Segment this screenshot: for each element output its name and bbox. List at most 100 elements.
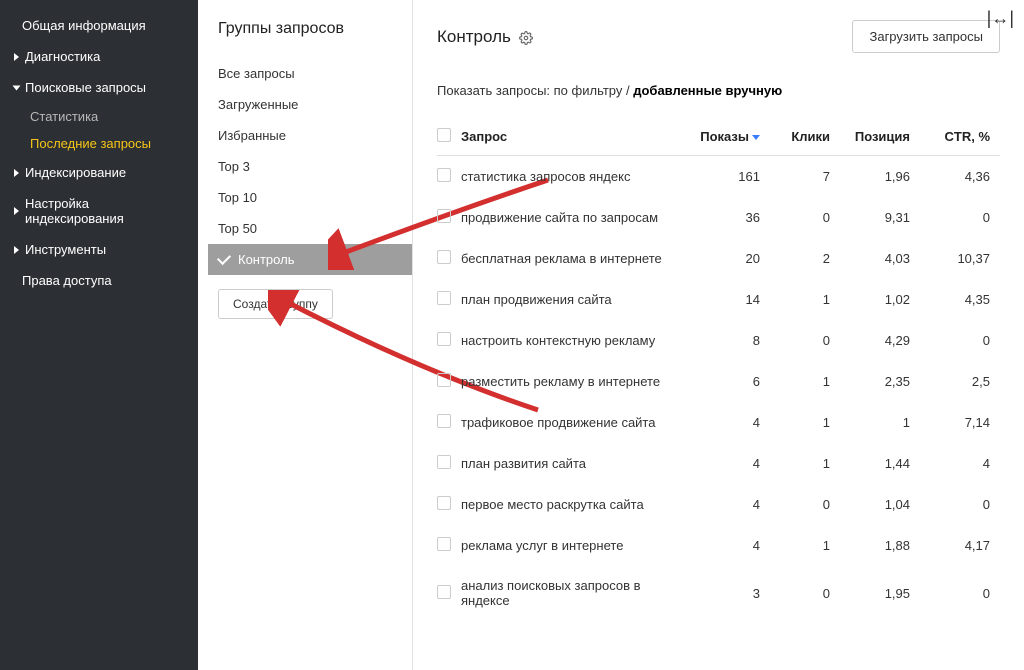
cell-query: первое место раскрутка сайта [461,497,690,512]
col-shows[interactable]: Показы [690,129,770,144]
cell-shows: 4 [690,538,770,553]
cell-query: настроить контекстную рекламу [461,333,690,348]
cell-clicks: 0 [770,333,840,348]
caret-icon [14,207,19,215]
main-content: |↔| Контроль Загрузить запросы Показать … [413,0,1024,670]
cell-clicks: 1 [770,456,840,471]
nav-access-rights[interactable]: Права доступа [0,265,198,296]
nav-general-info[interactable]: Общая информация [0,10,198,41]
caret-icon [14,246,19,254]
cell-ctr: 2,5 [920,374,1000,389]
row-checkbox[interactable] [437,537,451,551]
caret-icon [14,169,19,177]
groups-panel: Группы запросов Все запросы Загруженные … [198,0,413,670]
caret-icon [14,53,19,61]
cell-ctr: 0 [920,333,1000,348]
cell-clicks: 0 [770,586,840,601]
row-checkbox[interactable] [437,585,451,599]
cell-position: 4,03 [840,251,920,266]
table-row: план развития сайта411,444 [437,443,1000,484]
expand-icon[interactable]: |↔| [987,8,1014,29]
cell-clicks: 1 [770,292,840,307]
cell-position: 1,44 [840,456,920,471]
cell-ctr: 4 [920,456,1000,471]
cell-ctr: 0 [920,497,1000,512]
cell-shows: 8 [690,333,770,348]
cell-ctr: 10,37 [920,251,1000,266]
create-group-button[interactable]: Создать группу [218,289,333,319]
cell-shows: 6 [690,374,770,389]
cell-query: статистика запросов яндекс [461,169,690,184]
row-checkbox[interactable] [437,455,451,469]
cell-position: 9,31 [840,210,920,225]
group-top10[interactable]: Top 10 [208,182,412,213]
cell-shows: 14 [690,292,770,307]
col-clicks[interactable]: Клики [770,129,840,144]
cell-query: реклама услуг в интернете [461,538,690,553]
cell-query: трафиковое продвижение сайта [461,415,690,430]
cell-position: 1,95 [840,586,920,601]
groups-title: Группы запросов [218,20,402,38]
cell-position: 4,29 [840,333,920,348]
table-row: первое место раскрутка сайта401,040 [437,484,1000,525]
row-checkbox[interactable] [437,168,451,182]
filter-by-filter-link[interactable]: по фильтру [554,83,623,98]
caret-down-icon [13,85,21,90]
table-header: Запрос Показы Клики Позиция CTR, % [437,118,1000,156]
cell-clicks: 1 [770,415,840,430]
check-icon [217,251,231,265]
group-loaded[interactable]: Загруженные [208,89,412,120]
col-position[interactable]: Позиция [840,129,920,144]
cell-query: план развития сайта [461,456,690,471]
col-ctr[interactable]: CTR, % [920,129,1000,144]
cell-position: 2,35 [840,374,920,389]
cell-position: 1,88 [840,538,920,553]
nav-diagnostics[interactable]: Диагностика [0,41,198,72]
table-row: разместить рекламу в интернете612,352,5 [437,361,1000,402]
cell-ctr: 7,14 [920,415,1000,430]
row-checkbox[interactable] [437,496,451,510]
cell-shows: 36 [690,210,770,225]
nav-tools[interactable]: Инструменты [0,234,198,265]
filter-row: Показать запросы: по фильтру / добавленн… [437,83,1000,98]
group-favorites[interactable]: Избранные [208,120,412,151]
table-row: анализ поисковых запросов в яндексе301,9… [437,566,1000,620]
row-checkbox[interactable] [437,373,451,387]
row-checkbox[interactable] [437,209,451,223]
col-query[interactable]: Запрос [461,129,690,144]
group-top50[interactable]: Top 50 [208,213,412,244]
load-queries-button[interactable]: Загрузить запросы [852,20,1000,53]
nav-sub-statistics[interactable]: Статистика [0,103,198,130]
cell-clicks: 7 [770,169,840,184]
row-checkbox[interactable] [437,291,451,305]
cell-query: план продвижения сайта [461,292,690,307]
cell-ctr: 4,17 [920,538,1000,553]
sort-desc-icon [752,135,760,140]
sidebar-nav: Общая информация Диагностика Поисковые з… [0,0,198,670]
gear-icon[interactable] [519,30,533,44]
cell-shows: 4 [690,497,770,512]
nav-indexing-settings[interactable]: Настройка индексирования [0,188,198,234]
cell-clicks: 1 [770,538,840,553]
row-checkbox[interactable] [437,250,451,264]
cell-clicks: 0 [770,210,840,225]
table-body: статистика запросов яндекс16171,964,36пр… [437,156,1000,620]
group-top3[interactable]: Top 3 [208,151,412,182]
group-all[interactable]: Все запросы [208,58,412,89]
filter-manual-link[interactable]: добавленные вручную [633,83,782,98]
select-all-checkbox[interactable] [437,128,451,142]
table-row: план продвижения сайта1411,024,35 [437,279,1000,320]
row-checkbox[interactable] [437,414,451,428]
cell-clicks: 2 [770,251,840,266]
nav-indexing[interactable]: Индексирование [0,157,198,188]
table-row: продвижение сайта по запросам3609,310 [437,197,1000,238]
cell-shows: 3 [690,586,770,601]
nav-sub-recent-queries[interactable]: Последние запросы [0,130,198,157]
row-checkbox[interactable] [437,332,451,346]
cell-query: бесплатная реклама в интернете [461,251,690,266]
cell-query: разместить рекламу в интернете [461,374,690,389]
group-control[interactable]: Контроль [208,244,412,275]
cell-ctr: 0 [920,586,1000,601]
nav-search-queries[interactable]: Поисковые запросы [0,72,198,103]
cell-clicks: 1 [770,374,840,389]
